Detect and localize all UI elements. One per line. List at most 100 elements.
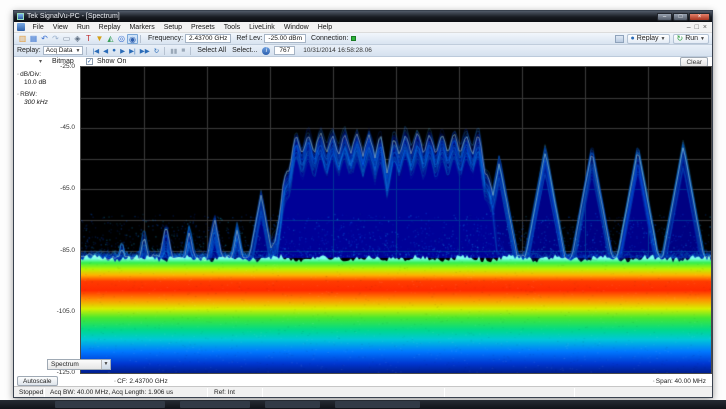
show-label: Show [97, 58, 115, 65]
span-menu-icon: ◦ [653, 379, 655, 385]
y-axis-tick-label: -105.0 [57, 308, 75, 315]
skip-to-end-button[interactable]: ▶▶ [138, 47, 152, 55]
step-back-button[interactable]: ◀ [101, 47, 110, 55]
connection-label: Connection: [311, 35, 348, 42]
child-close-button[interactable]: × [703, 24, 707, 31]
status-divider [262, 388, 263, 397]
menu-item-markers[interactable]: Markers [125, 24, 159, 31]
display-area: ▾ Bitmap ✓ Show On Clear ◦dB/Div: 10.0 d… [14, 57, 712, 386]
replay-button-label: Replay [637, 35, 659, 42]
text-marker-icon[interactable]: T [83, 34, 94, 44]
info-icon[interactable]: i [262, 47, 270, 55]
maximize-button[interactable]: □ [673, 13, 688, 21]
y-axis-labels: -25.0-45.0-65.0-85.0-105.0-125.0 [14, 67, 78, 373]
taskbar-item[interactable] [335, 401, 420, 408]
acq-info-label: Acq BW: 40.00 MHz, Acq Length: 1.906 us [50, 389, 173, 396]
spectrum-bitmap-canvas[interactable] [81, 67, 711, 373]
frequency-label: Frequency: [148, 35, 183, 42]
replay-source-value: Acq Data [46, 47, 73, 54]
taskbar-item[interactable] [55, 401, 165, 408]
menu-item-presets[interactable]: Presets [187, 24, 220, 31]
replay-dropdown-icon[interactable]: ▼ [661, 36, 666, 42]
menu-item-run[interactable]: Run [72, 24, 94, 31]
y-axis-tick-label: -85.0 [60, 247, 75, 254]
replay-source-select[interactable]: Acq Data ▼ [43, 46, 84, 55]
taskbar-item[interactable] [265, 401, 320, 408]
toolbar: ▥▦↶↷▭◈T▼◭◎◉ Frequency: 2.43700 GHz Ref L… [14, 33, 712, 45]
frequency-field[interactable]: 2.43700 GHz [185, 34, 231, 43]
taskbar[interactable] [0, 400, 726, 409]
step-forward-button[interactable]: ▶| [127, 47, 138, 55]
run-controls: ● Replay ▼ ↻ Run ▼ [615, 34, 709, 44]
run-state-label: Stopped [19, 389, 43, 396]
trace-selector-dropdown[interactable]: Spectrum ▼ [47, 359, 111, 370]
collapse-panel-icon[interactable]: ▾ [39, 58, 42, 65]
span-value: Span: 40.00 MHz [656, 378, 706, 385]
clear-button[interactable]: Clear [680, 57, 708, 67]
select-button[interactable]: Select... [229, 47, 260, 54]
status-divider [574, 388, 575, 397]
display-layout-icon[interactable] [615, 35, 624, 43]
disabled-transport-controls: ▮▮■ [168, 47, 187, 55]
replay-separator2 [164, 47, 165, 55]
menu-item-tools[interactable]: Tools [219, 24, 244, 31]
ref-level-field[interactable]: -25.00 dBm [264, 34, 306, 43]
menu-item-help[interactable]: Help [313, 24, 336, 31]
trigger-icon[interactable]: ◭ [105, 34, 116, 44]
cf-menu-icon: ◦ [114, 379, 116, 385]
file-icon[interactable]: ▥ [17, 34, 28, 44]
close-button[interactable]: × [689, 13, 710, 21]
menu-item-setup[interactable]: Setup [159, 24, 186, 31]
replay-icon: ● [631, 35, 635, 42]
y-axis-tick-label: -45.0 [60, 124, 75, 131]
play-button[interactable]: ▶ [118, 47, 127, 55]
child-restore-button[interactable]: □ [695, 24, 699, 31]
cf-value: CF: 2.43700 GHz [117, 378, 168, 385]
acquisition-count-field[interactable]: 767 [274, 46, 295, 55]
transport-controls: |◀◀●▶▶|▶▶↻ [90, 47, 161, 55]
save-icon[interactable]: ▦ [28, 34, 39, 44]
center-frequency-readout[interactable]: ◦CF: 2.43700 GHz [114, 378, 168, 385]
window-controls: – □ × [657, 13, 710, 21]
menubar: FileViewRunReplayMarkersSetupPresetsTool… [14, 22, 712, 33]
trace-selector-arrow-icon: ▼ [101, 360, 110, 369]
status-bar: Stopped Acq BW: 40.00 MHz, Acq Length: 1… [14, 386, 712, 397]
stop-button[interactable]: ■ [179, 47, 187, 54]
setup-icon[interactable]: ◈ [72, 34, 83, 44]
run-dropdown-icon[interactable]: ▼ [700, 36, 705, 42]
trace-selector-value: Spectrum [51, 361, 79, 368]
span-readout[interactable]: ◦Span: 40.00 MHz [653, 378, 706, 385]
child-window-controls: – □ × [687, 24, 709, 31]
skip-to-start-button[interactable]: |◀ [90, 47, 101, 55]
replay-button[interactable]: ● Replay ▼ [627, 34, 670, 44]
spectrum-window-icon [17, 23, 25, 31]
titlebar: Tek SignalVu-PC - [Spectrum] – □ × [14, 11, 712, 22]
record-button[interactable]: ● [110, 47, 118, 54]
menu-items: FileViewRunReplayMarkersSetupPresetsTool… [28, 24, 337, 31]
acquire-icon[interactable]: ◎ [116, 34, 127, 44]
app-icon [17, 13, 24, 20]
show-checkbox[interactable]: ✓ [86, 58, 93, 65]
connection-status-icon [351, 36, 356, 41]
print-icon[interactable]: ▭ [61, 34, 72, 44]
select-all-button[interactable]: Select All [194, 47, 229, 54]
window-title: Tek SignalVu-PC - [Spectrum] [27, 13, 120, 20]
menu-item-file[interactable]: File [28, 24, 48, 31]
pause-button[interactable]: ▮▮ [168, 47, 179, 55]
minimize-button[interactable]: – [657, 13, 672, 21]
redo-icon[interactable]: ↷ [50, 34, 61, 44]
child-minimize-button[interactable]: – [687, 24, 691, 31]
ref-level-label: Ref Lev: [236, 35, 262, 42]
run-button[interactable]: ↻ Run ▼ [673, 34, 710, 44]
loop-button[interactable]: ↻ [152, 47, 161, 55]
undo-icon[interactable]: ↶ [39, 34, 50, 44]
dpx-bitmap-icon[interactable]: ◉ [127, 34, 138, 44]
autoscale-button[interactable]: Autoscale [17, 376, 58, 386]
menu-item-replay[interactable]: Replay [94, 24, 125, 31]
menu-item-livelink[interactable]: LiveLink [245, 24, 280, 31]
filter-icon[interactable]: ▼ [94, 34, 105, 44]
menu-item-window[interactable]: Window [279, 24, 313, 31]
menu-item-view[interactable]: View [48, 24, 72, 31]
taskbar-item[interactable] [180, 401, 250, 408]
toolbar-separator [140, 35, 141, 43]
